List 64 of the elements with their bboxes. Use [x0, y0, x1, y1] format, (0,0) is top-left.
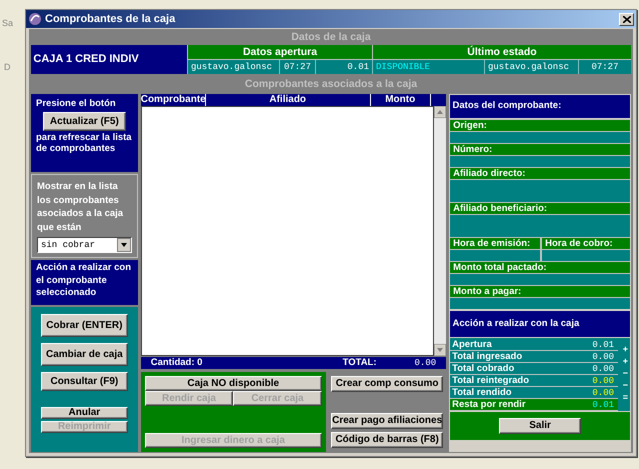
close-button[interactable] — [619, 12, 634, 26]
operator-sign: + — [622, 345, 628, 354]
scrollbar[interactable] — [434, 106, 446, 356]
instruction-text: Mostrar en la lista los comprobantes asociados a la caja que están — [36, 180, 124, 235]
caret-icon[interactable] — [116, 238, 131, 252]
background-text: Sa — [2, 18, 14, 28]
cell-text: 07:27 — [578, 60, 631, 74]
operator-sign: − — [622, 381, 628, 390]
count-text: Cantidad: 0 — [150, 358, 202, 368]
scroll-up-icon[interactable] — [434, 106, 446, 118]
total-value: 0.00 — [414, 358, 436, 368]
total-value: 0.01 — [592, 399, 614, 410]
action-button[interactable]: Cobrar (ENTER) — [40, 314, 128, 337]
refresh-button[interactable]: Actualizar (F5) — [43, 112, 126, 132]
total-label: Total reintegrado — [452, 375, 530, 386]
total-label: Total ingresado — [452, 351, 522, 362]
field-label: Afiliado directo: — [450, 167, 630, 179]
scroll-down-icon[interactable] — [434, 344, 446, 356]
cell-text: gustavo.galonsc — [187, 60, 279, 74]
group-heading: Datos apertura — [187, 45, 372, 59]
group-heading: Último estado — [372, 45, 631, 59]
field-label: Hora de emisión: — [450, 237, 540, 249]
cell-text: 0.01 — [315, 60, 372, 74]
panel-title: Datos del comprobante: — [450, 95, 630, 118]
total-label: TOTAL: — [342, 358, 377, 368]
field-label: Origen: — [450, 119, 630, 131]
instruction-text: Acción a realizar con el comprobante seleccionado — [31, 260, 138, 305]
action-button[interactable]: Anular — [40, 407, 128, 419]
total-label: Total rendido — [452, 387, 512, 398]
total-value: 0.00 — [592, 387, 614, 398]
field-label: Monto a pagar: — [450, 285, 630, 297]
field-label: Monto total pactado: — [450, 261, 630, 273]
total-value: 0.00 — [592, 363, 614, 374]
cell-text: 07:27 — [279, 60, 315, 74]
action-button[interactable]: Código de barras (F8) — [331, 432, 444, 448]
field-label: Afiliado beneficiario: — [450, 202, 630, 214]
cell-text: gustavo.galonsc — [484, 60, 578, 74]
field-label: Hora de cobro: — [542, 237, 630, 249]
total-label: Total cobrado — [452, 363, 514, 374]
background-text: D — [4, 62, 10, 72]
total-value: 0.00 — [592, 351, 614, 362]
caja-name: CAJA 1 CRED INDIV — [31, 45, 187, 74]
panel-title: Acción a realizar con la caja — [450, 311, 630, 337]
operator-sign: + — [622, 357, 628, 366]
close-icon[interactable] — [622, 16, 630, 22]
status-dropdown[interactable]: sin cobrar — [37, 237, 132, 254]
total-value: 0.00 — [592, 375, 614, 386]
caja-status-button[interactable]: Caja NO disponible — [144, 376, 322, 391]
instruction-text: Presione el botón — [35, 98, 117, 110]
status-text: DISPONIBLE — [372, 60, 484, 74]
field-label: Número: — [450, 143, 630, 155]
action-button[interactable]: Crear comp consumo — [331, 376, 444, 392]
total-value: 0.01 — [592, 339, 614, 350]
exit-button[interactable]: Salir — [499, 418, 582, 434]
app-icon — [28, 12, 42, 26]
operator-sign: − — [622, 369, 628, 378]
total-label: Apertura — [452, 339, 492, 350]
operator-sign: = — [622, 393, 628, 402]
action-button[interactable]: Consultar (F9) — [40, 372, 128, 391]
window-title: Comprobantes de la caja — [45, 12, 176, 26]
instruction-text: para refrescar la lista de comprobantes — [35, 133, 133, 156]
action-button[interactable]: Crear pago afiliaciones — [331, 413, 444, 429]
action-button[interactable]: Cambiar de caja — [40, 343, 128, 366]
total-label: Resta por rendir — [452, 399, 526, 410]
